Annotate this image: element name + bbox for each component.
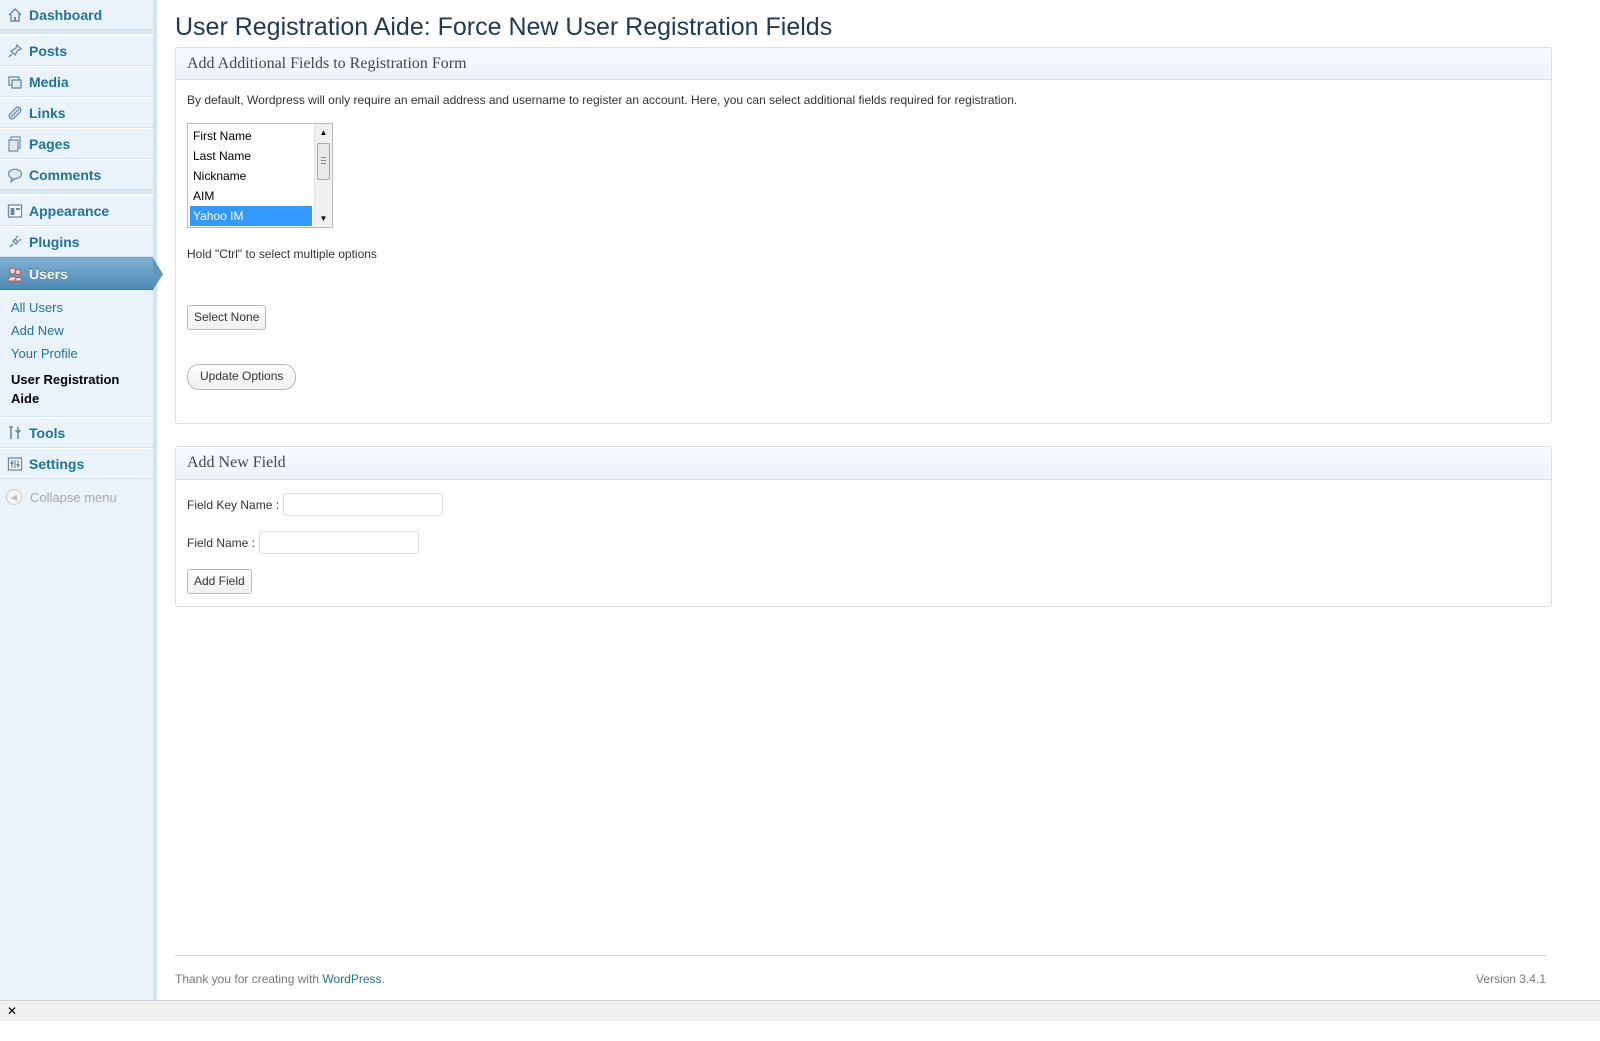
collapse-menu[interactable]: ◀ Collapse menu [0,479,153,515]
speech-bubble-icon [6,166,24,184]
main-content: User Registration Aide: Force New User R… [175,0,1552,607]
collapse-menu-label: Collapse menu [30,489,117,505]
users-submenu: All Users Add New Your Profile User Regi… [0,290,153,417]
browser-bottom-area [0,1021,1600,1041]
footer-thanks-text: Thank you for creating with [175,972,323,986]
menu-pages-label: Pages [29,135,71,152]
menu-settings-label: Settings [29,455,85,472]
field-key-row: Field Key Name : [187,493,1540,516]
menu-comments[interactable]: Comments [0,159,153,190]
field-name-input[interactable] [259,531,420,554]
submenu-your-profile[interactable]: Your Profile [0,342,153,365]
menu-tools-label: Tools [29,424,66,441]
field-option[interactable]: Last Name [190,146,312,166]
footer-period: . [381,972,385,986]
registration-fields-box: Add Additional Fields to Registration Fo… [175,47,1552,424]
select-none-button[interactable]: Select None [187,305,267,330]
house-icon [6,6,24,24]
users-icon [6,265,24,283]
scroll-down-icon[interactable]: ▼ [315,210,332,227]
menu-media[interactable]: Media [0,66,153,97]
field-option[interactable]: First Name [190,126,312,146]
menu-group-tools: Tools Settings [0,417,153,479]
menu-posts[interactable]: Posts [0,35,153,66]
field-key-input[interactable] [283,493,444,516]
submenu-user-registration-aide[interactable]: User Registration Aide [0,365,132,412]
menu-appearance-label: Appearance [29,202,110,219]
registration-description: By default, Wordpress will only require … [187,93,1018,107]
add-new-field-box: Add New Field Field Key Name : Field Nam… [175,446,1552,607]
menu-group-content: Posts Media Links Pages Comments [0,35,153,190]
update-options-button[interactable]: Update Options [187,364,297,390]
menu-posts-label: Posts [29,42,68,59]
scroll-thumb[interactable] [317,143,330,180]
multi-select-hint: Hold "Ctrl" to select multiple options [187,247,377,261]
collapse-arrow-icon: ◀ [6,489,22,505]
admin-sidebar: Dashboard Posts Media Links Pages Comments A… [0,0,163,1020]
field-option[interactable]: Yahoo IM [190,206,312,226]
tools-icon [6,424,24,442]
field-name-label: Field Name : [187,535,256,550]
menu-links-label: Links [29,104,66,121]
page-title: User Registration Aide: Force New User R… [175,13,833,41]
menu-comments-label: Comments [29,166,102,183]
menu-plugins[interactable]: Plugins [0,226,153,257]
menu-users[interactable]: Users [0,257,163,290]
menu-pages[interactable]: Pages [0,128,153,159]
footer-thanks: Thank you for creating with WordPress. [175,972,385,986]
close-icon[interactable]: ✕ [7,1004,17,1018]
admin-footer: Thank you for creating with WordPress. V… [175,955,1546,986]
field-key-label: Field Key Name : [187,497,280,512]
menu-tools[interactable]: Tools [0,417,153,448]
menu-users-label: Users [29,265,68,282]
pages-icon [6,135,24,153]
pin-icon [6,42,24,60]
browser-status-bar: ✕ [0,1000,1600,1021]
media-icon [6,73,24,91]
footer-wordpress-link[interactable]: WordPress [322,972,381,986]
link-icon [6,104,24,122]
listbox-scrollbar[interactable]: ▲ ▼ [314,124,332,227]
fields-listbox[interactable]: First Name Last Name Nickname AIM Yahoo IM ▲… [187,123,333,228]
registration-fields-heading: Add Additional Fields to Registration Fo… [176,48,1551,80]
fields-options: First Name Last Name Nickname AIM Yahoo IM [190,126,312,226]
submenu-all-users[interactable]: All Users [0,296,153,319]
field-option[interactable]: AIM [190,186,312,206]
menu-dashboard[interactable]: Dashboard [0,0,153,30]
menu-dashboard-label: Dashboard [29,6,103,23]
field-option[interactable]: Nickname [190,166,312,186]
appearance-icon [6,202,24,220]
add-field-button[interactable]: Add Field [187,569,252,594]
settings-icon [6,455,24,473]
menu-settings[interactable]: Settings [0,448,153,479]
scroll-up-icon[interactable]: ▲ [315,124,332,141]
menu-links[interactable]: Links [0,97,153,128]
plug-icon [6,233,24,251]
menu-plugins-label: Plugins [29,233,80,250]
menu-media-label: Media [29,73,69,90]
footer-version: Version 3.4.1 [1475,972,1546,986]
menu-appearance[interactable]: Appearance [0,195,153,226]
submenu-add-new[interactable]: Add New [0,319,153,342]
add-new-field-heading: Add New Field [176,447,1551,480]
menu-group-appearance: Appearance Plugins [0,195,153,257]
field-name-row: Field Name : [187,531,1540,554]
